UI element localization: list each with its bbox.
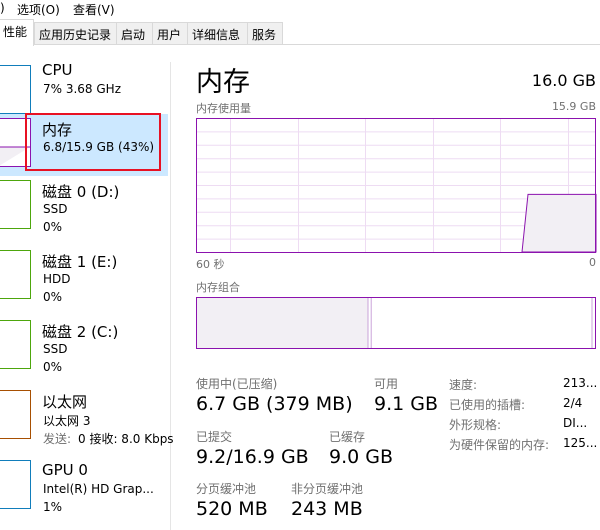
tab-users[interactable]: 用户 [152,22,188,44]
stat-value-in-use: 6.7 GB (379 MB) [196,393,353,415]
sidebar-divider [170,62,171,530]
graph-x-right: 0 [589,256,596,269]
menu-view[interactable]: 查看(V) [73,1,115,18]
sidebar-item-title: CPU [42,61,73,79]
graph-x-left: 60 秒 [196,258,225,271]
sidebar-item-percent: 0% [43,220,63,234]
menu-bar: ) 选项(O) 查看(V) [0,0,600,17]
tab-details[interactable]: 详细信息 [187,22,248,44]
stat-value-committed: 9.2/16.9 GB [196,446,309,468]
stat-label-available: 可用 [374,377,399,391]
menu-options[interactable]: 选项(O) [17,1,60,18]
detail-value-slots: 2/4 [563,396,583,410]
stat-label-in-use: 使用中(已压缩) [196,377,278,391]
sidebar-item-detail: 以太网 3 [43,414,91,428]
tab-performance[interactable]: 性能 [0,19,34,46]
composition-label: 内存组合 [196,281,240,294]
stat-label-cached: 已缓存 [329,430,366,444]
usage-area [521,193,597,253]
sidebar-item-detail: HDD [43,272,71,286]
sidebar-item-title: 磁盘 1 (E:) [42,253,118,271]
tab-app-history[interactable]: 应用历史记录 [34,22,117,44]
usage-graph-label: 内存使用量 [196,102,251,115]
stat-label-committed: 已提交 [196,430,233,444]
sidebar-item-percent: 0% [43,290,63,304]
sidebar-item-percent: 0% [43,360,63,374]
sidebar-thumbnail-graph[interactable] [0,320,31,369]
sidebar-item-detail: Intel(R) HD Grap... [43,482,154,496]
highlight-box [25,113,161,171]
stat-value-paged-pool: 520 MB [196,498,268,520]
sidebar-thumbnail-graph[interactable] [0,250,31,299]
sidebar-item-percent: 1% [43,500,63,514]
sidebar-item-title: 磁盘 0 (D:) [42,183,120,201]
stat-label-paged-pool: 分页缓冲池 [196,482,257,496]
stat-value-available: 9.1 GB [374,393,439,415]
sidebar-item-detail: SSD [43,342,68,356]
sidebar-thumbnail-graph[interactable] [0,390,31,439]
sidebar-item-detail: 7% 3.68 GHz [43,82,122,96]
detail-label-speed: 速度: [449,378,478,392]
sidebar-item-detail: SSD [43,202,68,216]
memory-composition-bar [196,297,596,349]
sidebar-item-rate: 0 接收: 8.0 Kbps [78,432,174,446]
sidebar-thumbnail-graph[interactable] [0,65,31,114]
detail-value-speed: 213... [563,376,598,390]
sidebar-item-title: 以太网 [42,393,88,411]
detail-label-slots: 已使用的插槽: [449,398,526,412]
sidebar-thumbnail-graph[interactable] [0,460,31,509]
detail-label-hw-reserved: 为硬件保留的内存: [449,438,550,452]
page-title: 内存 [196,67,250,98]
tab-services[interactable]: 服务 [247,22,283,44]
menu-file[interactable]: ) [0,1,5,15]
sidebar-item-send-label: 发送: [43,432,72,446]
tab-startup[interactable]: 启动 [116,22,153,44]
sidebar-item-title: 磁盘 2 (C:) [42,323,119,341]
stat-label-nonpaged-pool: 非分页缓冲池 [291,482,364,496]
stat-value-nonpaged-pool: 243 MB [291,498,363,520]
composition-in-use [196,297,368,349]
detail-label-form-factor: 外形规格: [449,418,502,432]
memory-usage-graph [196,118,597,253]
total-memory: 16.0 GB [531,71,596,90]
detail-value-hw-reserved: 125... [563,436,598,450]
usage-graph-max: 15.9 GB [551,100,596,113]
stat-value-cached: 9.0 GB [329,446,394,468]
detail-value-form-factor: DI... [563,416,588,430]
tab-bar: 性能 应用历史记录 启动 用户 详细信息 服务 [0,17,600,46]
sidebar-thumbnail-graph[interactable] [0,180,31,229]
sidebar-item-title: GPU 0 [42,461,88,479]
